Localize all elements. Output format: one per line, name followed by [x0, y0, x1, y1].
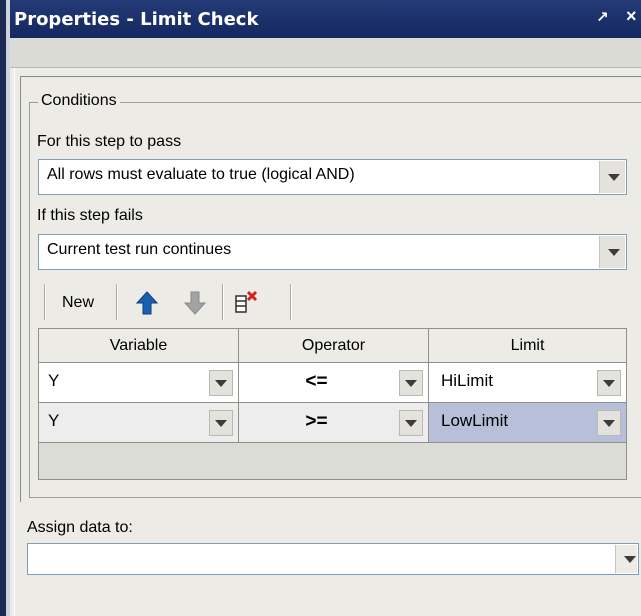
pass-condition-label: For this step to pass — [37, 133, 182, 150]
assign-data-label: Assign data to: — [27, 519, 133, 536]
operator-cell[interactable]: <= — [239, 363, 429, 403]
chevron-down-icon[interactable] — [599, 161, 625, 193]
fail-action-label: If this step fails — [37, 207, 143, 224]
limit-check-properties-window: Properties - Limit Check ↗ × Conditions … — [0, 0, 641, 616]
window-title: Properties - Limit Check — [14, 9, 259, 30]
limit-cell-selected[interactable]: LowLimit — [429, 403, 626, 443]
toolbar-separator — [222, 284, 224, 320]
toolbar-separator — [290, 284, 292, 320]
variable-value: Y — [48, 371, 60, 390]
limit-value: HiLimit — [441, 371, 493, 390]
variable-value: Y — [48, 411, 60, 430]
fail-action-value: Current test run continues — [47, 241, 232, 258]
chevron-down-icon[interactable] — [615, 545, 637, 573]
fail-action-dropdown[interactable]: Current test run continues — [38, 234, 627, 270]
toolbar-separator — [116, 284, 118, 320]
chevron-down-icon[interactable] — [597, 370, 621, 396]
chevron-down-icon[interactable] — [399, 370, 423, 396]
assign-data-dropdown[interactable] — [27, 543, 639, 575]
operator-cell[interactable]: >= — [239, 403, 429, 443]
variable-cell[interactable]: Y — [39, 403, 239, 443]
column-header-limit[interactable]: Limit — [429, 329, 626, 363]
limit-value: LowLimit — [441, 411, 509, 430]
column-header-operator[interactable]: Operator — [239, 329, 429, 363]
variable-cell[interactable]: Y — [39, 363, 239, 403]
chevron-down-icon[interactable] — [209, 410, 233, 436]
chevron-down-icon[interactable] — [399, 410, 423, 436]
delete-row-icon[interactable] — [232, 288, 262, 318]
conditions-group-label: Conditions — [38, 92, 120, 110]
move-down-icon[interactable] — [180, 288, 210, 318]
pass-condition-dropdown[interactable]: All rows must evaluate to true (logical … — [38, 159, 627, 195]
header-strip — [10, 38, 641, 68]
conditions-toolbar: New — [38, 280, 305, 324]
window-left-border-highlight — [6, 0, 10, 616]
operator-value: >= — [305, 411, 328, 432]
chevron-down-icon[interactable] — [597, 410, 621, 436]
new-row-button[interactable]: New — [50, 288, 106, 318]
pin-icon[interactable]: ↗ — [596, 10, 609, 26]
close-icon[interactable]: × — [626, 7, 637, 25]
move-up-icon[interactable] — [132, 288, 162, 318]
chevron-down-icon[interactable] — [209, 370, 233, 396]
title-bar[interactable]: Properties - Limit Check ↗ × — [10, 0, 641, 38]
toolbar-separator — [44, 284, 46, 320]
limit-cell[interactable]: HiLimit — [429, 363, 626, 403]
chevron-down-icon[interactable] — [599, 236, 625, 268]
column-header-variable[interactable]: Variable — [39, 329, 239, 363]
pass-condition-value: All rows must evaluate to true (logical … — [47, 166, 355, 183]
conditions-grid: Variable Operator Limit Y <= HiLimit Y >… — [38, 328, 627, 480]
operator-value: <= — [305, 371, 328, 392]
